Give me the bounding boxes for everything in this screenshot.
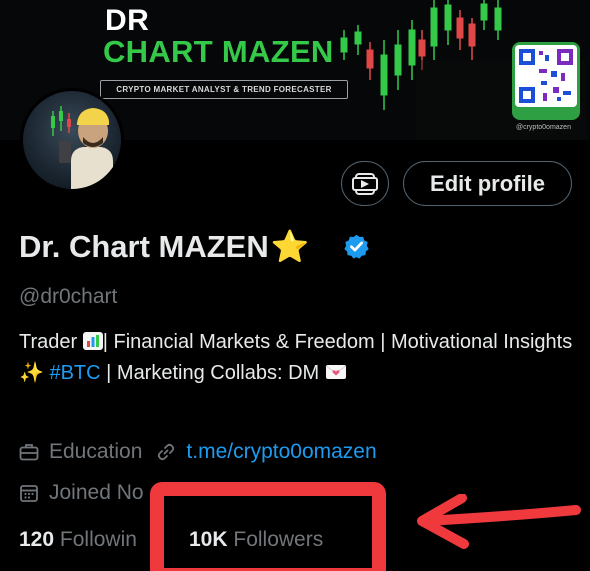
user-handle: @dr0chart (19, 285, 118, 308)
joined-date: Joined No (49, 481, 144, 504)
annotation-arrow-icon (417, 494, 581, 549)
display-name-text: Dr. Chart MAZEN (19, 229, 269, 264)
banner-title-line2: CHART MAZEN (103, 34, 334, 69)
avatar[interactable] (20, 88, 124, 192)
bio-text-3: | Marketing Collabs: DM (100, 362, 325, 384)
display-name: Dr. Chart MAZEN⭐ (19, 228, 309, 265)
banner-tagline: CRYPTO MARKET ANALYST & TREND FORECASTER (100, 80, 348, 99)
profile-bio: Trader | Financial Markets & Freedom | M… (19, 327, 579, 389)
calendar-icon (20, 485, 38, 502)
qr-caption: @crypto0omazen (516, 124, 571, 131)
banner-title-line1: DR (105, 4, 150, 37)
following-label: Followin (59, 528, 137, 551)
sparkle-emoji: ✨ (19, 362, 44, 384)
profile-website-link[interactable]: t.me/crypto0omazen (186, 440, 376, 464)
link-icon (158, 443, 175, 461)
profile-joined-row: Joined No (19, 481, 144, 505)
subscribe-icon (352, 172, 378, 195)
bio-text-2: | Financial Markets & Freedom | Motivati… (102, 331, 573, 353)
briefcase-icon (19, 444, 39, 461)
qr-code-badge (512, 42, 580, 120)
qr-code (515, 45, 577, 107)
bio-text-1: Trader (19, 331, 83, 353)
hashtag-link[interactable]: #BTC (49, 362, 100, 384)
star-emoji: ⭐ (270, 229, 310, 264)
verified-badge-icon[interactable] (343, 233, 370, 260)
profile-meta-row: Education t.me/crypto0omazen (19, 440, 377, 464)
subscribe-icon-button[interactable] (341, 161, 389, 206)
avatar-photo (51, 106, 113, 189)
chart-emoji-icon (82, 329, 103, 350)
profile-category: Education (49, 440, 143, 463)
edit-profile-button[interactable]: Edit profile (403, 161, 572, 206)
love-letter-emoji-icon (325, 360, 347, 379)
annotation-highlight-box (150, 482, 386, 571)
following-count: 120 (19, 528, 55, 551)
following-link[interactable]: 120 Followin (19, 528, 137, 552)
